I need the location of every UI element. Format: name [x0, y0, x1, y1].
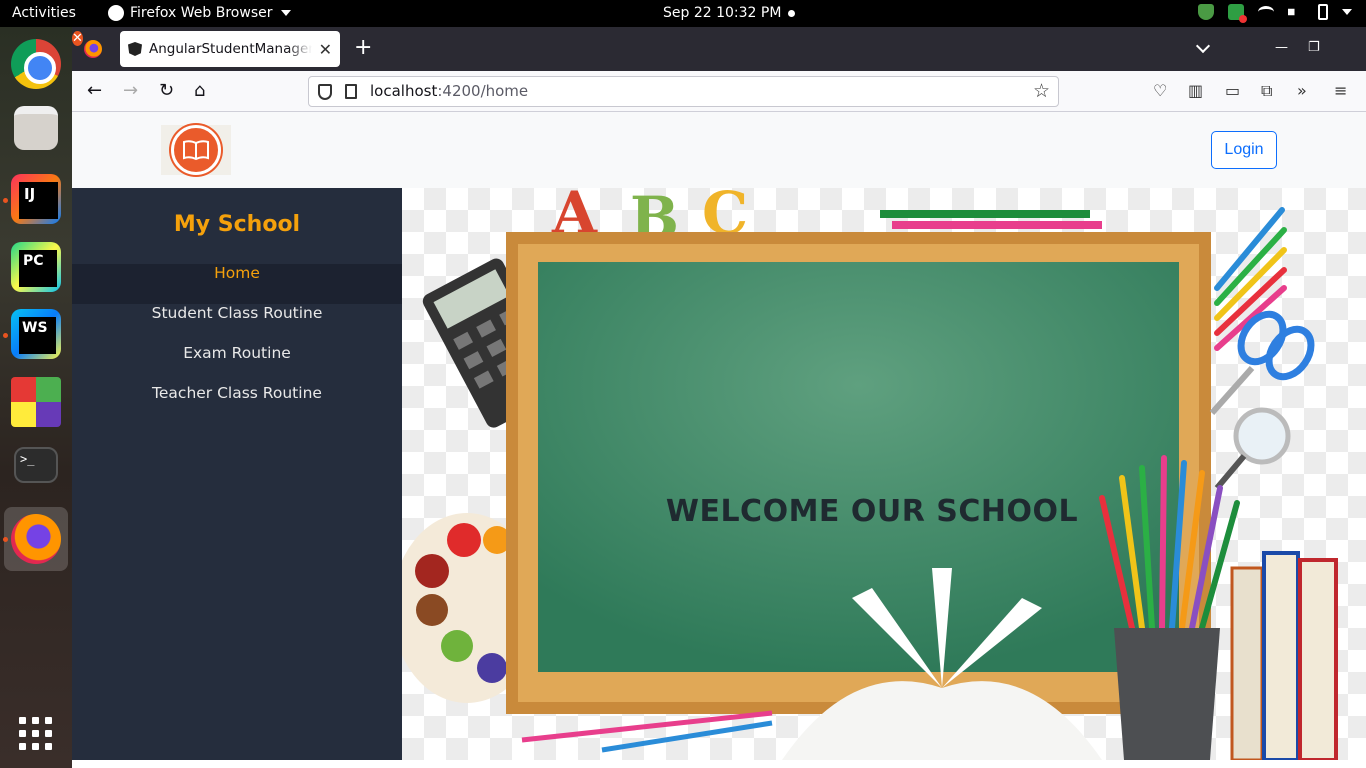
system-top-bar: Activities Firefox Web Browser Sep 22 10…	[0, 0, 1366, 27]
pocket-icon[interactable]: ♡	[1153, 81, 1167, 100]
close-tab-icon[interactable]: ✕	[319, 40, 332, 59]
activities-button[interactable]: Activities	[12, 5, 76, 21]
update-icon[interactable]	[1228, 4, 1247, 23]
minimize-window-icon[interactable]: —	[1275, 40, 1288, 55]
logo[interactable]	[161, 125, 231, 175]
sidebar-item-student-class-routine[interactable]: Student Class Routine	[72, 304, 402, 344]
volume-icon[interactable]	[1288, 4, 1301, 20]
close-window-icon[interactable]: ✕	[72, 31, 83, 46]
chrome-icon[interactable]	[11, 39, 61, 89]
sidebar-item-home[interactable]: Home	[72, 264, 402, 304]
running-indicator	[3, 333, 8, 338]
url-text[interactable]: localhost:4200/home	[370, 82, 528, 100]
login-button[interactable]: Login	[1211, 131, 1277, 169]
terminal-icon[interactable]: >_	[14, 447, 58, 483]
app-menu[interactable]: Firefox Web Browser	[108, 5, 291, 21]
web-page: Login My School Home Student Class Routi…	[72, 112, 1366, 760]
browser-tab[interactable]: AngularStudentManagement ✕	[120, 31, 340, 67]
back-icon[interactable]: ←	[87, 81, 102, 101]
dock: >_	[0, 27, 72, 768]
sidebar: My School Home Student Class Routine Exa…	[72, 188, 402, 760]
running-indicator	[3, 537, 8, 542]
sidebar-icon[interactable]: ▭	[1225, 81, 1240, 100]
library-icon[interactable]: ▥	[1188, 81, 1203, 100]
bookmark-star-icon[interactable]: ☆	[1033, 80, 1050, 102]
webstorm-icon[interactable]	[11, 309, 61, 359]
hero-banner: A B C WELCOME OUR SCHOOL	[402, 188, 1366, 760]
more-tools-icon[interactable]: »	[1297, 81, 1307, 100]
extensions-icon[interactable]: ⧉	[1261, 81, 1272, 101]
battery-icon[interactable]	[1318, 4, 1328, 20]
menu-icon[interactable]: ≡	[1334, 81, 1347, 100]
intellij-icon[interactable]	[11, 174, 61, 224]
maximize-window-icon[interactable]: ❐	[1308, 40, 1320, 55]
app-menu-label: Firefox Web Browser	[130, 5, 273, 21]
wifi-icon[interactable]	[1258, 6, 1274, 18]
welcome-heading: WELCOME OUR SCHOOL	[665, 494, 1079, 529]
app-header: Login	[72, 112, 1366, 188]
files-icon[interactable]	[14, 106, 58, 150]
school-chalkboard-illustration: A B C	[402, 188, 1338, 760]
system-tray[interactable]	[1198, 4, 1352, 23]
sidebar-menu: Home Student Class Routine Exam Routine …	[72, 264, 402, 424]
firefox-icon[interactable]	[11, 514, 61, 564]
new-tab-button[interactable]: +	[354, 36, 372, 60]
angular-favicon-icon	[128, 42, 142, 56]
firefox-icon	[108, 5, 124, 21]
chevron-down-icon[interactable]	[1342, 9, 1352, 15]
running-indicator	[3, 198, 8, 203]
notification-dot-icon	[788, 10, 795, 17]
firefox-view-icon[interactable]	[84, 40, 102, 58]
show-apps-icon[interactable]	[19, 717, 53, 751]
browser-tab-strip: AngularStudentManagement ✕ + — ❐ ✕	[72, 27, 1366, 71]
tab-title: AngularStudentManagement	[149, 41, 312, 57]
shield-icon[interactable]	[1198, 4, 1214, 20]
browser-nav-bar: ← → ↻ ⌂ localhost:4200/home ☆ ♡ ▥ ▭ ⧉ » …	[72, 71, 1366, 112]
book-icon	[171, 125, 221, 175]
forward-icon[interactable]: →	[123, 81, 138, 101]
pycharm-icon[interactable]	[11, 242, 61, 292]
grid-app-icon[interactable]	[11, 377, 61, 427]
tracking-protection-icon[interactable]	[318, 84, 332, 100]
reload-icon[interactable]: ↻	[159, 81, 174, 101]
sidebar-brand: My School	[173, 212, 301, 237]
address-bar[interactable]: localhost:4200/home ☆	[308, 76, 1059, 107]
clock[interactable]: Sep 22 10:32 PM	[663, 5, 781, 21]
page-info-icon[interactable]	[345, 84, 357, 99]
sidebar-item-teacher-class-routine[interactable]: Teacher Class Routine	[72, 384, 402, 424]
list-tabs-icon[interactable]	[1195, 38, 1211, 54]
home-icon[interactable]: ⌂	[194, 81, 205, 101]
page-bottom-edge	[72, 760, 1366, 768]
chevron-down-icon	[280, 10, 291, 16]
sidebar-item-exam-routine[interactable]: Exam Routine	[72, 344, 402, 384]
